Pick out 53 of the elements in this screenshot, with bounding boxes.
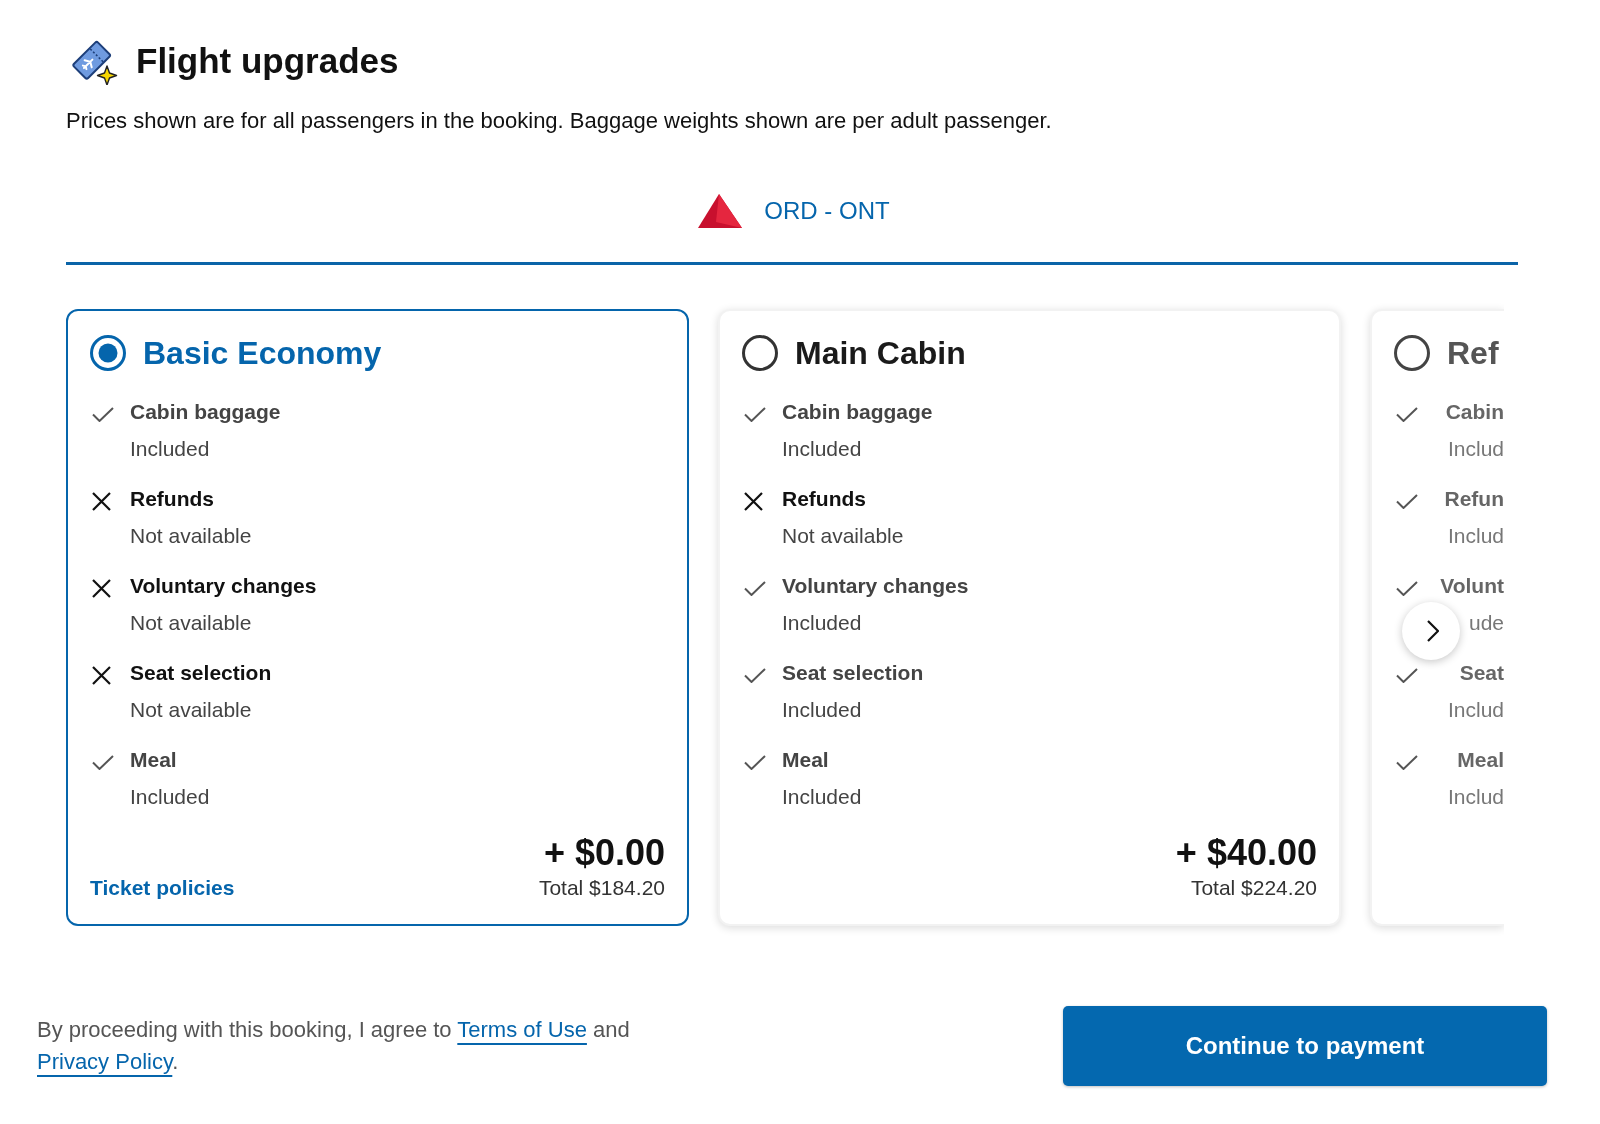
continue-button[interactable]: Continue to payment — [1063, 1006, 1547, 1086]
feature-label: Volunt — [1440, 574, 1504, 598]
feature-label: Meal — [1457, 748, 1504, 772]
feature-value: Not available — [130, 611, 252, 635]
feature-value: Included — [782, 785, 862, 809]
page-title: Flight upgrades — [136, 41, 399, 81]
feature-value: ude — [1468, 611, 1504, 635]
chevron-right-icon — [1426, 620, 1439, 642]
triangle-logo-icon — [698, 194, 743, 228]
feature-value: Not available — [130, 698, 252, 722]
total-price: Total $224.20 — [1190, 876, 1317, 900]
feature-label: Cabin baggage — [130, 400, 281, 424]
feature-value: Includ — [1447, 785, 1504, 809]
radio-button[interactable] — [90, 335, 126, 371]
feature-label: Refunds — [782, 487, 866, 511]
feature-value: Included — [130, 437, 210, 461]
feature-label: Meal — [782, 748, 829, 772]
fare-title: Basic Economy — [143, 334, 382, 373]
route-label: ORD - ONT — [764, 197, 890, 225]
feature-label: Voluntary changes — [782, 574, 969, 598]
feature-label: Seat selection — [130, 661, 272, 685]
radio-button[interactable] — [1394, 335, 1430, 371]
privacy-link[interactable]: Privacy Policy — [37, 1049, 173, 1074]
fare-title: Ref — [1447, 334, 1499, 373]
feature-value: Included — [782, 698, 862, 722]
feature-label: Meal — [130, 748, 177, 772]
feature-value: Not available — [782, 524, 904, 548]
feature-value: Includ — [1447, 524, 1504, 548]
feature-value: Includ — [1447, 437, 1504, 461]
price-difference: + $40.00 — [1175, 833, 1317, 873]
feature-value: Not available — [130, 524, 252, 548]
feature-value: Included — [130, 785, 210, 809]
feature-value: Included — [782, 437, 862, 461]
fare-card[interactable]: Main Cabin Cabin baggage Included Refunds Not available Voluntary changes Included Seat selection Included Meal Included + $40.00 Total $224.20 — [718, 309, 1341, 926]
fare-card[interactable]: Basic Economy Cabin baggage Included Refunds Not available Voluntary changes Not available Seat selection Not available Meal Included Ticket policies + $0.00 Total $184.20 — [66, 309, 689, 926]
feature-label: Cabin — [1445, 400, 1504, 424]
total-price: Total $184.20 — [538, 876, 665, 900]
terms-link[interactable]: Terms of Use — [457, 1017, 587, 1042]
price-note: Prices shown are for all passengers in the booking. Baggage weights shown are per adult passenger. — [66, 109, 1053, 133]
radio-button[interactable] — [742, 335, 778, 371]
fare-title: Main Cabin — [795, 334, 966, 373]
feature-label: Cabin baggage — [782, 400, 933, 424]
feature-label: Seat — [1459, 661, 1504, 685]
ticket-policies-link[interactable]: Ticket policies — [90, 876, 235, 900]
feature-value: Included — [782, 611, 862, 635]
fare-card-preview[interactable]: Ref Cabin Includ Refun Includ Volunt ude Seat Includ Meal Includ — [1370, 309, 1504, 926]
feature-label: Voluntary changes — [130, 574, 317, 598]
feature-value: Includ — [1447, 698, 1504, 722]
feature-label: Refun — [1444, 487, 1504, 511]
consent-text: By proceeding with this booking, I agree to Terms of Use and Privacy Policy. — [37, 1016, 631, 1076]
price-difference: + $0.00 — [543, 833, 665, 873]
feature-label: Refunds — [130, 487, 214, 511]
feature-label: Seat selection — [782, 661, 924, 685]
